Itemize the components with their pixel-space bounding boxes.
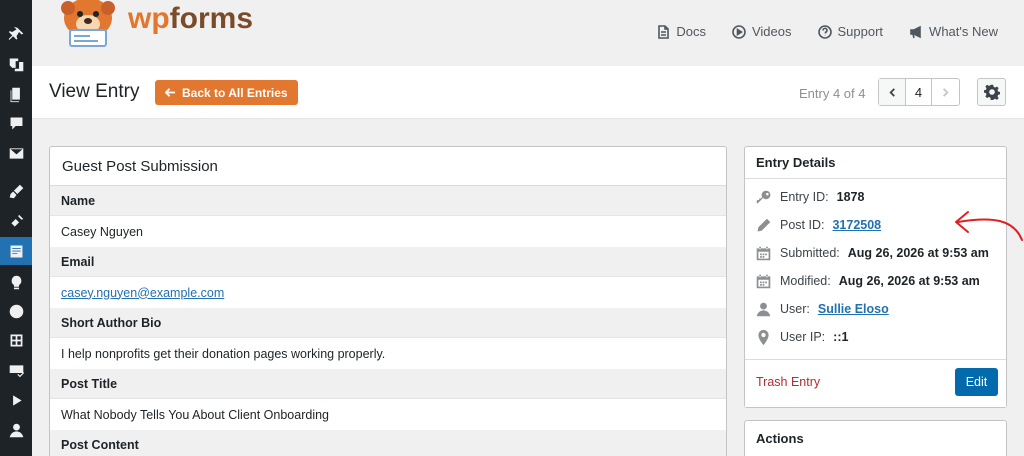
gear-icon: [983, 84, 1000, 100]
title-bar: View Entry Back to All Entries Entry 4 o…: [32, 66, 1024, 119]
appearance-icon[interactable]: [0, 177, 32, 205]
entry-details-panel: Entry Details Entry ID: 1878 Post ID: 31…: [744, 146, 1007, 408]
nav-videos[interactable]: Videos: [732, 24, 792, 39]
annotation-arrow-icon: [955, 211, 1023, 241]
media-icon[interactable]: [0, 50, 32, 78]
header-nav: Docs Videos Support What's New: [656, 24, 998, 39]
detail-user-label: User:: [780, 302, 810, 316]
nav-videos-label: Videos: [751, 24, 792, 39]
user-icon[interactable]: [0, 416, 32, 444]
wpforms-header: wpforms Docs Videos Support What's New: [32, 0, 1024, 66]
question-icon: [817, 24, 832, 39]
nav-whats-new[interactable]: What's New: [909, 24, 998, 39]
field-value-name: Casey Nguyen: [61, 224, 143, 239]
email-icon[interactable]: [0, 139, 32, 167]
admin-sidebar: [0, 0, 32, 456]
detail-user-ip-value: ::1: [833, 330, 849, 344]
trash-entry-link[interactable]: Trash Entry: [756, 375, 820, 389]
next-entry-button[interactable]: [932, 79, 959, 105]
detail-submitted-value: Aug 26, 2026 at 9:53 am: [847, 246, 989, 260]
back-button-label: Back to All Entries: [182, 85, 288, 100]
field-label-name: Name: [50, 186, 726, 216]
plugins-icon[interactable]: [0, 207, 32, 235]
detail-modified-label: Modified:: [780, 274, 831, 288]
field-label-post-title: Post Title: [50, 369, 726, 399]
form-title: Guest Post Submission: [50, 147, 726, 186]
field-label-post-content: Post Content: [50, 430, 726, 456]
user-icon: [756, 302, 771, 316]
previous-entry-button[interactable]: [879, 79, 906, 105]
location-icon: [758, 329, 769, 345]
edit-button[interactable]: Edit: [955, 368, 998, 396]
key-icon: [756, 190, 771, 203]
chevron-right-icon: [943, 87, 949, 97]
field-value-email-link[interactable]: casey.nguyen@example.com: [50, 277, 726, 308]
chevron-left-icon: [888, 87, 895, 97]
arrow-left-icon: [165, 88, 176, 97]
user-link[interactable]: Sullie Eloso: [818, 302, 889, 316]
detail-submitted-label: Submitted:: [780, 246, 840, 260]
field-label-bio: Short Author Bio: [50, 308, 726, 338]
calendar-icon: [756, 274, 771, 288]
actions-panel: Actions: [744, 420, 1007, 456]
comments-icon[interactable]: [0, 109, 32, 137]
lightbulb-icon[interactable]: [0, 268, 32, 296]
nav-docs-label: Docs: [676, 24, 706, 39]
logo-text: wpforms: [127, 2, 253, 35]
wpforms-icon[interactable]: [0, 237, 32, 265]
megaphone-icon: [910, 25, 921, 38]
back-to-entries-button[interactable]: Back to All Entries: [155, 80, 298, 105]
post-id-link[interactable]: 3172508: [832, 218, 881, 232]
calendar-icon: [756, 246, 771, 260]
detail-modified: Modified: Aug 26, 2026 at 9:53 am: [745, 267, 1006, 295]
field-value-bio: I help nonprofits get their donation pag…: [61, 346, 386, 361]
page-title: View Entry: [49, 81, 140, 102]
detail-modified-value: Aug 26, 2026 at 9:53 am: [838, 274, 980, 288]
detail-post-id-label: Post ID:: [780, 218, 825, 232]
nav-whats-new-label: What's New: [929, 24, 998, 39]
field-label-email: Email: [50, 247, 726, 277]
settings-button[interactable]: [977, 78, 1006, 106]
pin-icon[interactable]: [0, 20, 32, 48]
entry-details-footer: Trash Entry Edit: [745, 359, 1006, 407]
entry-counter: Entry 4 of 4: [799, 86, 866, 101]
form-entry-panel: Guest Post Submission Name Casey Nguyen …: [49, 146, 727, 456]
detail-user: User: Sullie Eloso: [745, 295, 1006, 323]
entry-details-title: Entry Details: [745, 147, 1006, 179]
pages-icon[interactable]: [0, 80, 32, 108]
gear-circle-icon[interactable]: [0, 297, 32, 325]
nav-docs[interactable]: Docs: [656, 24, 706, 39]
wpforms-logo[interactable]: wpforms: [48, 0, 288, 50]
nav-support[interactable]: Support: [817, 24, 884, 39]
document-icon: [658, 24, 670, 39]
entry-pager: 4: [878, 78, 960, 106]
detail-entry-id-value: 1878: [836, 190, 865, 204]
detail-user-ip: User IP: ::1: [745, 323, 1006, 351]
detail-entry-id-label: Entry ID:: [780, 190, 829, 204]
pencil-icon: [757, 218, 771, 231]
current-entry-number[interactable]: 4: [906, 79, 932, 105]
play-circle-icon: [732, 24, 746, 39]
nav-support-label: Support: [837, 24, 884, 39]
actions-title: Actions: [756, 430, 804, 446]
field-value-post-title: What Nobody Tells You About Client Onboa…: [61, 407, 330, 422]
mail-check-icon[interactable]: [0, 356, 32, 384]
detail-user-ip-label: User IP:: [780, 330, 826, 344]
grid-icon[interactable]: [0, 326, 32, 354]
play-icon[interactable]: [0, 386, 32, 414]
